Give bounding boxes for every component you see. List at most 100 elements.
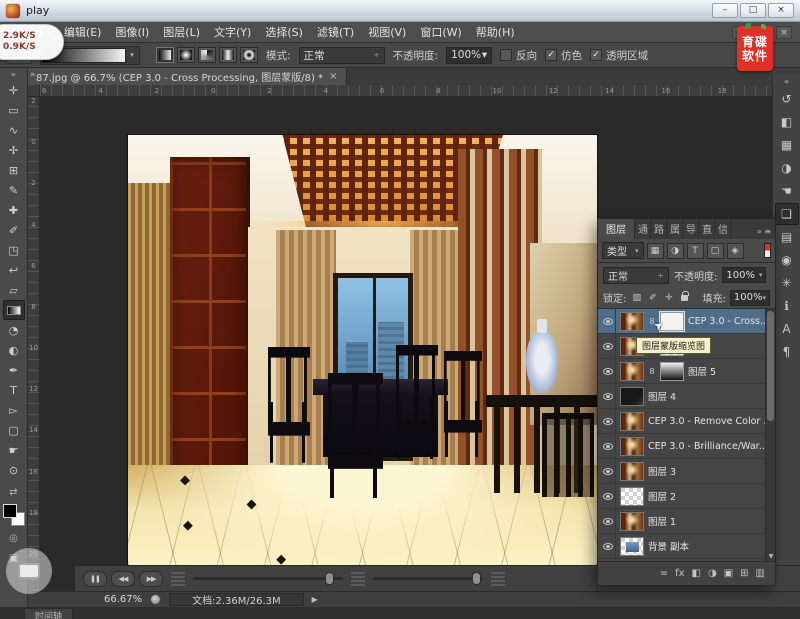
filter-pixel-layers-icon[interactable]: ▦ xyxy=(647,243,664,259)
tab-truncated-5[interactable]: 信 xyxy=(715,219,731,239)
menu-6[interactable]: 滤镜(T) xyxy=(310,22,361,42)
foreground-color[interactable] xyxy=(3,504,17,518)
blur-tool[interactable]: ◔ xyxy=(3,320,25,340)
timeline-slider[interactable] xyxy=(193,577,343,580)
shape-tool[interactable]: ▢ xyxy=(3,420,25,440)
layer-name[interactable]: CEP 3.0 - Brilliance/War... xyxy=(648,441,768,452)
styles-panel-icon[interactable]: ☚ xyxy=(775,180,799,202)
transparency-checkbox[interactable]: ✓ 透明区域 xyxy=(590,48,648,63)
visibility-cell[interactable] xyxy=(600,359,616,383)
delete-layer-button[interactable]: ▥ xyxy=(756,568,765,579)
layer-row[interactable]: 8CEP 3.0 - Cross... xyxy=(598,309,775,334)
path-selection-tool[interactable]: ▻ xyxy=(3,400,25,420)
panel-menu-icon[interactable]: » ≡ xyxy=(757,227,775,239)
eraser-tool[interactable]: ▱ xyxy=(3,280,25,300)
layer-thumbnail[interactable] xyxy=(620,512,644,531)
zoom-level[interactable]: 66.67% xyxy=(104,594,142,605)
layer-row[interactable]: 图层 2 xyxy=(598,484,775,509)
dodge-tool[interactable]: ◐ xyxy=(3,340,25,360)
adjustment-layer-button[interactable]: ◑ xyxy=(708,568,717,579)
layer-name[interactable]: 图层 4 xyxy=(648,389,676,403)
scroll-down-icon[interactable]: ▼ xyxy=(766,553,775,560)
layer-row[interactable]: 图层 4 xyxy=(598,384,775,409)
filter-smart-objects-icon[interactable]: ◈ xyxy=(727,243,744,259)
brush-tool[interactable]: ✐ xyxy=(3,220,25,240)
marquee-tool[interactable]: ▭ xyxy=(3,100,25,120)
gradient-tool[interactable] xyxy=(3,300,25,320)
layer-thumbnail[interactable] xyxy=(620,387,644,406)
tab-timeline[interactable]: 时间轴 xyxy=(24,608,73,619)
filter-toggle-switch[interactable] xyxy=(764,243,771,258)
panel-collapse-icon[interactable]: » xyxy=(30,70,36,80)
new-layer-button[interactable]: ⊞ xyxy=(740,568,748,579)
layer-name[interactable]: CEP 3.0 - Remove Color ... xyxy=(648,416,772,427)
layer-blend-mode-select[interactable]: 正常 ÷ xyxy=(603,267,669,284)
link-layers-button[interactable]: ∞ xyxy=(660,568,668,579)
eye-icon[interactable] xyxy=(603,393,613,400)
doc-close-button[interactable]: × xyxy=(776,26,792,39)
minimize-button[interactable]: – xyxy=(712,3,738,18)
layer-row[interactable]: 图层 1 xyxy=(598,509,775,534)
tab-truncated-4[interactable]: 直 xyxy=(699,219,715,239)
layer-name[interactable]: 背景 副本 xyxy=(648,539,689,553)
menu-5[interactable]: 选择(S) xyxy=(258,22,310,42)
next-frame-button[interactable]: ▶▶ xyxy=(139,571,163,587)
layer-row[interactable]: 背景 副本 xyxy=(598,534,775,559)
menu-9[interactable]: 帮助(H) xyxy=(469,22,522,42)
layer-thumbnail[interactable] xyxy=(620,437,644,456)
eye-icon[interactable] xyxy=(603,493,613,500)
eyedropper-tool[interactable]: ✎ xyxy=(3,180,25,200)
blend-mode-select[interactable]: 正常 ÷ xyxy=(299,47,385,64)
eye-icon[interactable] xyxy=(603,318,613,325)
layer-thumbnail[interactable] xyxy=(620,312,644,331)
lock-pixels-icon[interactable]: ✐ xyxy=(646,291,659,304)
filter-type-select[interactable]: 类型 ▾ xyxy=(602,242,644,259)
layer-row[interactable]: 图层 3 xyxy=(598,459,775,484)
layer-thumbnail[interactable] xyxy=(620,487,644,506)
pen-tool[interactable]: ✒ xyxy=(3,360,25,380)
layer-thumbnail[interactable] xyxy=(620,462,644,481)
layer-mask-thumbnail[interactable] xyxy=(660,362,684,381)
character-panel-icon[interactable]: A xyxy=(775,318,799,340)
layers-scrollbar[interactable]: ▼ xyxy=(765,309,775,561)
3d-panel-icon[interactable]: ✳ xyxy=(775,272,799,294)
zoom-tool[interactable]: ⊙ xyxy=(3,460,25,480)
recorder-overlay[interactable] xyxy=(6,548,52,594)
eye-icon[interactable] xyxy=(603,343,613,350)
scrollbar-thumb[interactable] xyxy=(767,311,774,421)
swap-colors-icon[interactable]: ⇄ xyxy=(3,484,25,500)
dither-checkbox[interactable]: ✓ 仿色 xyxy=(545,48,582,63)
history-brush-tool[interactable]: ↩ xyxy=(3,260,25,280)
info-panel-icon[interactable]: ℹ xyxy=(775,295,799,317)
tab-truncated-2[interactable]: 属 xyxy=(667,219,683,239)
type-tool[interactable]: T xyxy=(3,380,25,400)
healing-brush-tool[interactable]: ✚ xyxy=(3,200,25,220)
fill-input[interactable]: 100% ▾ xyxy=(730,290,770,306)
layer-row[interactable]: CEP 3.0 - Remove Color ... xyxy=(598,409,775,434)
layer-thumbnail[interactable] xyxy=(620,537,644,556)
layer-name[interactable]: 图层 3 xyxy=(648,464,676,478)
menu-8[interactable]: 窗口(W) xyxy=(413,22,468,42)
menu-7[interactable]: 视图(V) xyxy=(361,22,413,42)
menu-3[interactable]: 图层(L) xyxy=(156,22,207,42)
visibility-cell[interactable] xyxy=(600,509,616,533)
linear-gradient-button[interactable] xyxy=(156,47,174,63)
canvas-image[interactable] xyxy=(128,135,597,565)
eye-icon[interactable] xyxy=(603,368,613,375)
layer-name[interactable]: 图层 5 xyxy=(688,364,716,378)
tab-truncated-1[interactable]: 路 xyxy=(651,219,667,239)
visibility-cell[interactable] xyxy=(600,434,616,458)
channels-panel-icon[interactable]: ▤ xyxy=(775,226,799,248)
reverse-checkbox[interactable]: 反向 xyxy=(500,48,537,63)
layer-name[interactable]: 图层 1 xyxy=(648,514,676,528)
visibility-cell[interactable] xyxy=(600,534,616,558)
close-button[interactable]: × xyxy=(768,3,794,18)
hand-tool[interactable]: ☛ xyxy=(3,440,25,460)
slider-thumb[interactable] xyxy=(472,572,481,585)
diamond-gradient-button[interactable] xyxy=(240,47,258,63)
history-panel-icon[interactable]: ↺ xyxy=(775,88,799,110)
move-tool[interactable]: ✛ xyxy=(3,80,25,100)
radial-gradient-button[interactable] xyxy=(177,47,195,63)
angle-gradient-button[interactable] xyxy=(198,47,216,63)
add-mask-button[interactable]: ◧ xyxy=(692,568,701,579)
